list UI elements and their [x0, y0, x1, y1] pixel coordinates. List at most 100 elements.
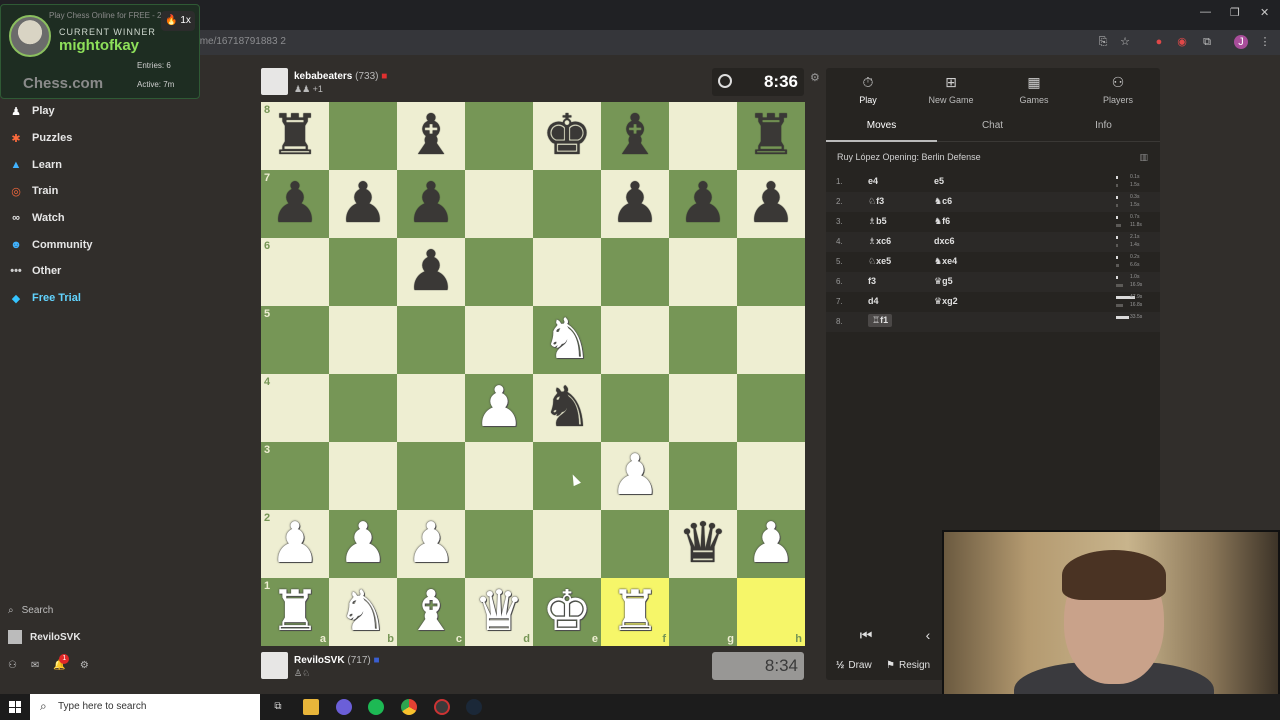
subtab-chat[interactable]: Chat	[937, 120, 1048, 131]
black-pawn-piece[interactable]: ♟	[601, 170, 669, 238]
white-pawn-piece[interactable]: ♟	[397, 510, 465, 578]
square-e5[interactable]: ♞	[533, 306, 601, 374]
square-h8[interactable]: ♜	[737, 102, 805, 170]
square-f5[interactable]	[601, 306, 669, 374]
square-h5[interactable]	[737, 306, 805, 374]
square-e8[interactable]: ♚	[533, 102, 601, 170]
square-a4[interactable]: 4	[261, 374, 329, 442]
square-h4[interactable]	[737, 374, 805, 442]
square-f1[interactable]: f ♜	[601, 578, 669, 646]
white-bishop-piece[interactable]: ♝	[397, 578, 465, 646]
sidebar-item-other[interactable]: ••• Other	[8, 260, 112, 282]
square-b8[interactable]	[329, 102, 397, 170]
square-b1[interactable]: b ♞	[329, 578, 397, 646]
chess-board[interactable]: 8 ♜ ♝ ♚ ♝ ♜ 7 ♟ ♟ ♟ ♟ ♟ ♟ 6 ♟ 5 ♞ 4 ♟ ♞ 3 ♟ 2 ♟ ♟ ♟ ♛ ♟ 1 a ♜ b ♞ c ♝ d ♛ e ♚ f…	[261, 102, 805, 646]
subtab-info[interactable]: Info	[1048, 120, 1159, 131]
opening-name[interactable]: Ruy López Opening: Berlin Defense	[837, 152, 981, 162]
square-a2[interactable]: 2 ♟	[261, 510, 329, 578]
square-d8[interactable]	[465, 102, 533, 170]
square-c2[interactable]: ♟	[397, 510, 465, 578]
profile-avatar-icon[interactable]: J	[1234, 35, 1248, 49]
square-b3[interactable]	[329, 442, 397, 510]
square-d7[interactable]	[465, 170, 533, 238]
book-icon[interactable]: ▥	[1139, 152, 1148, 163]
square-d4[interactable]: ♟	[465, 374, 533, 442]
black-move[interactable]: ♞xe4	[934, 256, 957, 267]
square-c6[interactable]: ♟	[397, 238, 465, 306]
square-c1[interactable]: c ♝	[397, 578, 465, 646]
square-c5[interactable]	[397, 306, 465, 374]
file-explorer-icon[interactable]	[303, 699, 319, 715]
square-f3[interactable]: ♟	[601, 442, 669, 510]
square-a1[interactable]: 1 a ♜	[261, 578, 329, 646]
square-g6[interactable]	[669, 238, 737, 306]
square-g7[interactable]: ♟	[669, 170, 737, 238]
white-move[interactable]: f3	[868, 276, 876, 286]
draw-button[interactable]: ½ Draw	[836, 660, 872, 671]
black-pawn-piece[interactable]: ♟	[397, 238, 465, 306]
first-move-button[interactable]: ⏮	[832, 622, 900, 648]
task-view-icon[interactable]: ⧉	[270, 699, 286, 715]
bell-icon[interactable]: 🔔 1	[53, 654, 70, 671]
square-f2[interactable]	[601, 510, 669, 578]
square-g3[interactable]	[669, 442, 737, 510]
square-f4[interactable]	[601, 374, 669, 442]
friends-icon[interactable]: ⚇	[8, 660, 17, 671]
tab-games[interactable]: ▦ Games	[992, 74, 1076, 105]
white-move[interactable]: ♘f3	[868, 196, 884, 207]
square-e1[interactable]: e ♚	[533, 578, 601, 646]
black-knight-piece[interactable]: ♞	[533, 374, 601, 442]
square-c7[interactable]: ♟	[397, 170, 465, 238]
white-move[interactable]: ♖f1	[868, 314, 893, 327]
square-c4[interactable]	[397, 374, 465, 442]
black-move[interactable]: ♛xg2	[934, 296, 958, 307]
square-d2[interactable]	[465, 510, 533, 578]
square-h3[interactable]	[737, 442, 805, 510]
square-b2[interactable]: ♟	[329, 510, 397, 578]
square-a8[interactable]: 8 ♜	[261, 102, 329, 170]
sidebar-item-community[interactable]: ☻ Community	[8, 234, 112, 256]
square-a3[interactable]: 3	[261, 442, 329, 510]
tab-play[interactable]: ⏱ Play	[826, 74, 910, 105]
sidebar-user[interactable]: ReviloSVK	[8, 630, 81, 644]
white-pawn-piece[interactable]: ♟	[601, 442, 669, 510]
square-e6[interactable]	[533, 238, 601, 306]
black-rook-piece[interactable]: ♜	[737, 102, 805, 170]
white-knight-piece[interactable]: ♞	[533, 306, 601, 374]
minimize-icon[interactable]: —	[1200, 6, 1211, 18]
mail-icon[interactable]: ✉	[31, 660, 39, 671]
black-pawn-piece[interactable]: ♟	[261, 170, 329, 238]
white-knight-piece[interactable]: ♞	[329, 578, 397, 646]
opponent-avatar[interactable]	[261, 68, 288, 95]
black-bishop-piece[interactable]: ♝	[397, 102, 465, 170]
square-h7[interactable]: ♟	[737, 170, 805, 238]
tab-players[interactable]: ⚇ Players	[1076, 74, 1160, 105]
square-c8[interactable]: ♝	[397, 102, 465, 170]
square-c3[interactable]	[397, 442, 465, 510]
spotify-icon[interactable]	[368, 699, 384, 715]
install-icon[interactable]: ⎘	[1096, 35, 1110, 49]
self-avatar[interactable]	[261, 652, 288, 679]
square-h1[interactable]: h	[737, 578, 805, 646]
square-b4[interactable]	[329, 374, 397, 442]
chrome-icon[interactable]	[401, 699, 417, 715]
square-g5[interactable]	[669, 306, 737, 374]
white-move[interactable]: ♗b5	[868, 216, 887, 227]
sidebar-search[interactable]: ⌕ Search	[8, 605, 53, 616]
extension-icon[interactable]: ●	[1152, 35, 1166, 49]
square-f6[interactable]	[601, 238, 669, 306]
square-f8[interactable]: ♝	[601, 102, 669, 170]
white-move[interactable]: d4	[868, 296, 879, 306]
white-move[interactable]: ♘xe5	[868, 256, 891, 267]
square-a6[interactable]: 6	[261, 238, 329, 306]
black-pawn-piece[interactable]: ♟	[397, 170, 465, 238]
white-king-piece[interactable]: ♚	[533, 578, 601, 646]
black-move[interactable]: dxc6	[934, 236, 955, 246]
self-name[interactable]: ReviloSVK	[294, 655, 345, 666]
sidebar-item-learn[interactable]: ▲ Learn	[8, 154, 112, 176]
square-d1[interactable]: d ♛	[465, 578, 533, 646]
white-move[interactable]: e4	[868, 176, 878, 186]
menu-kebab-icon[interactable]: ⋮	[1258, 35, 1272, 49]
board-settings-gear-icon[interactable]: ⚙	[810, 71, 820, 84]
black-bishop-piece[interactable]: ♝	[601, 102, 669, 170]
